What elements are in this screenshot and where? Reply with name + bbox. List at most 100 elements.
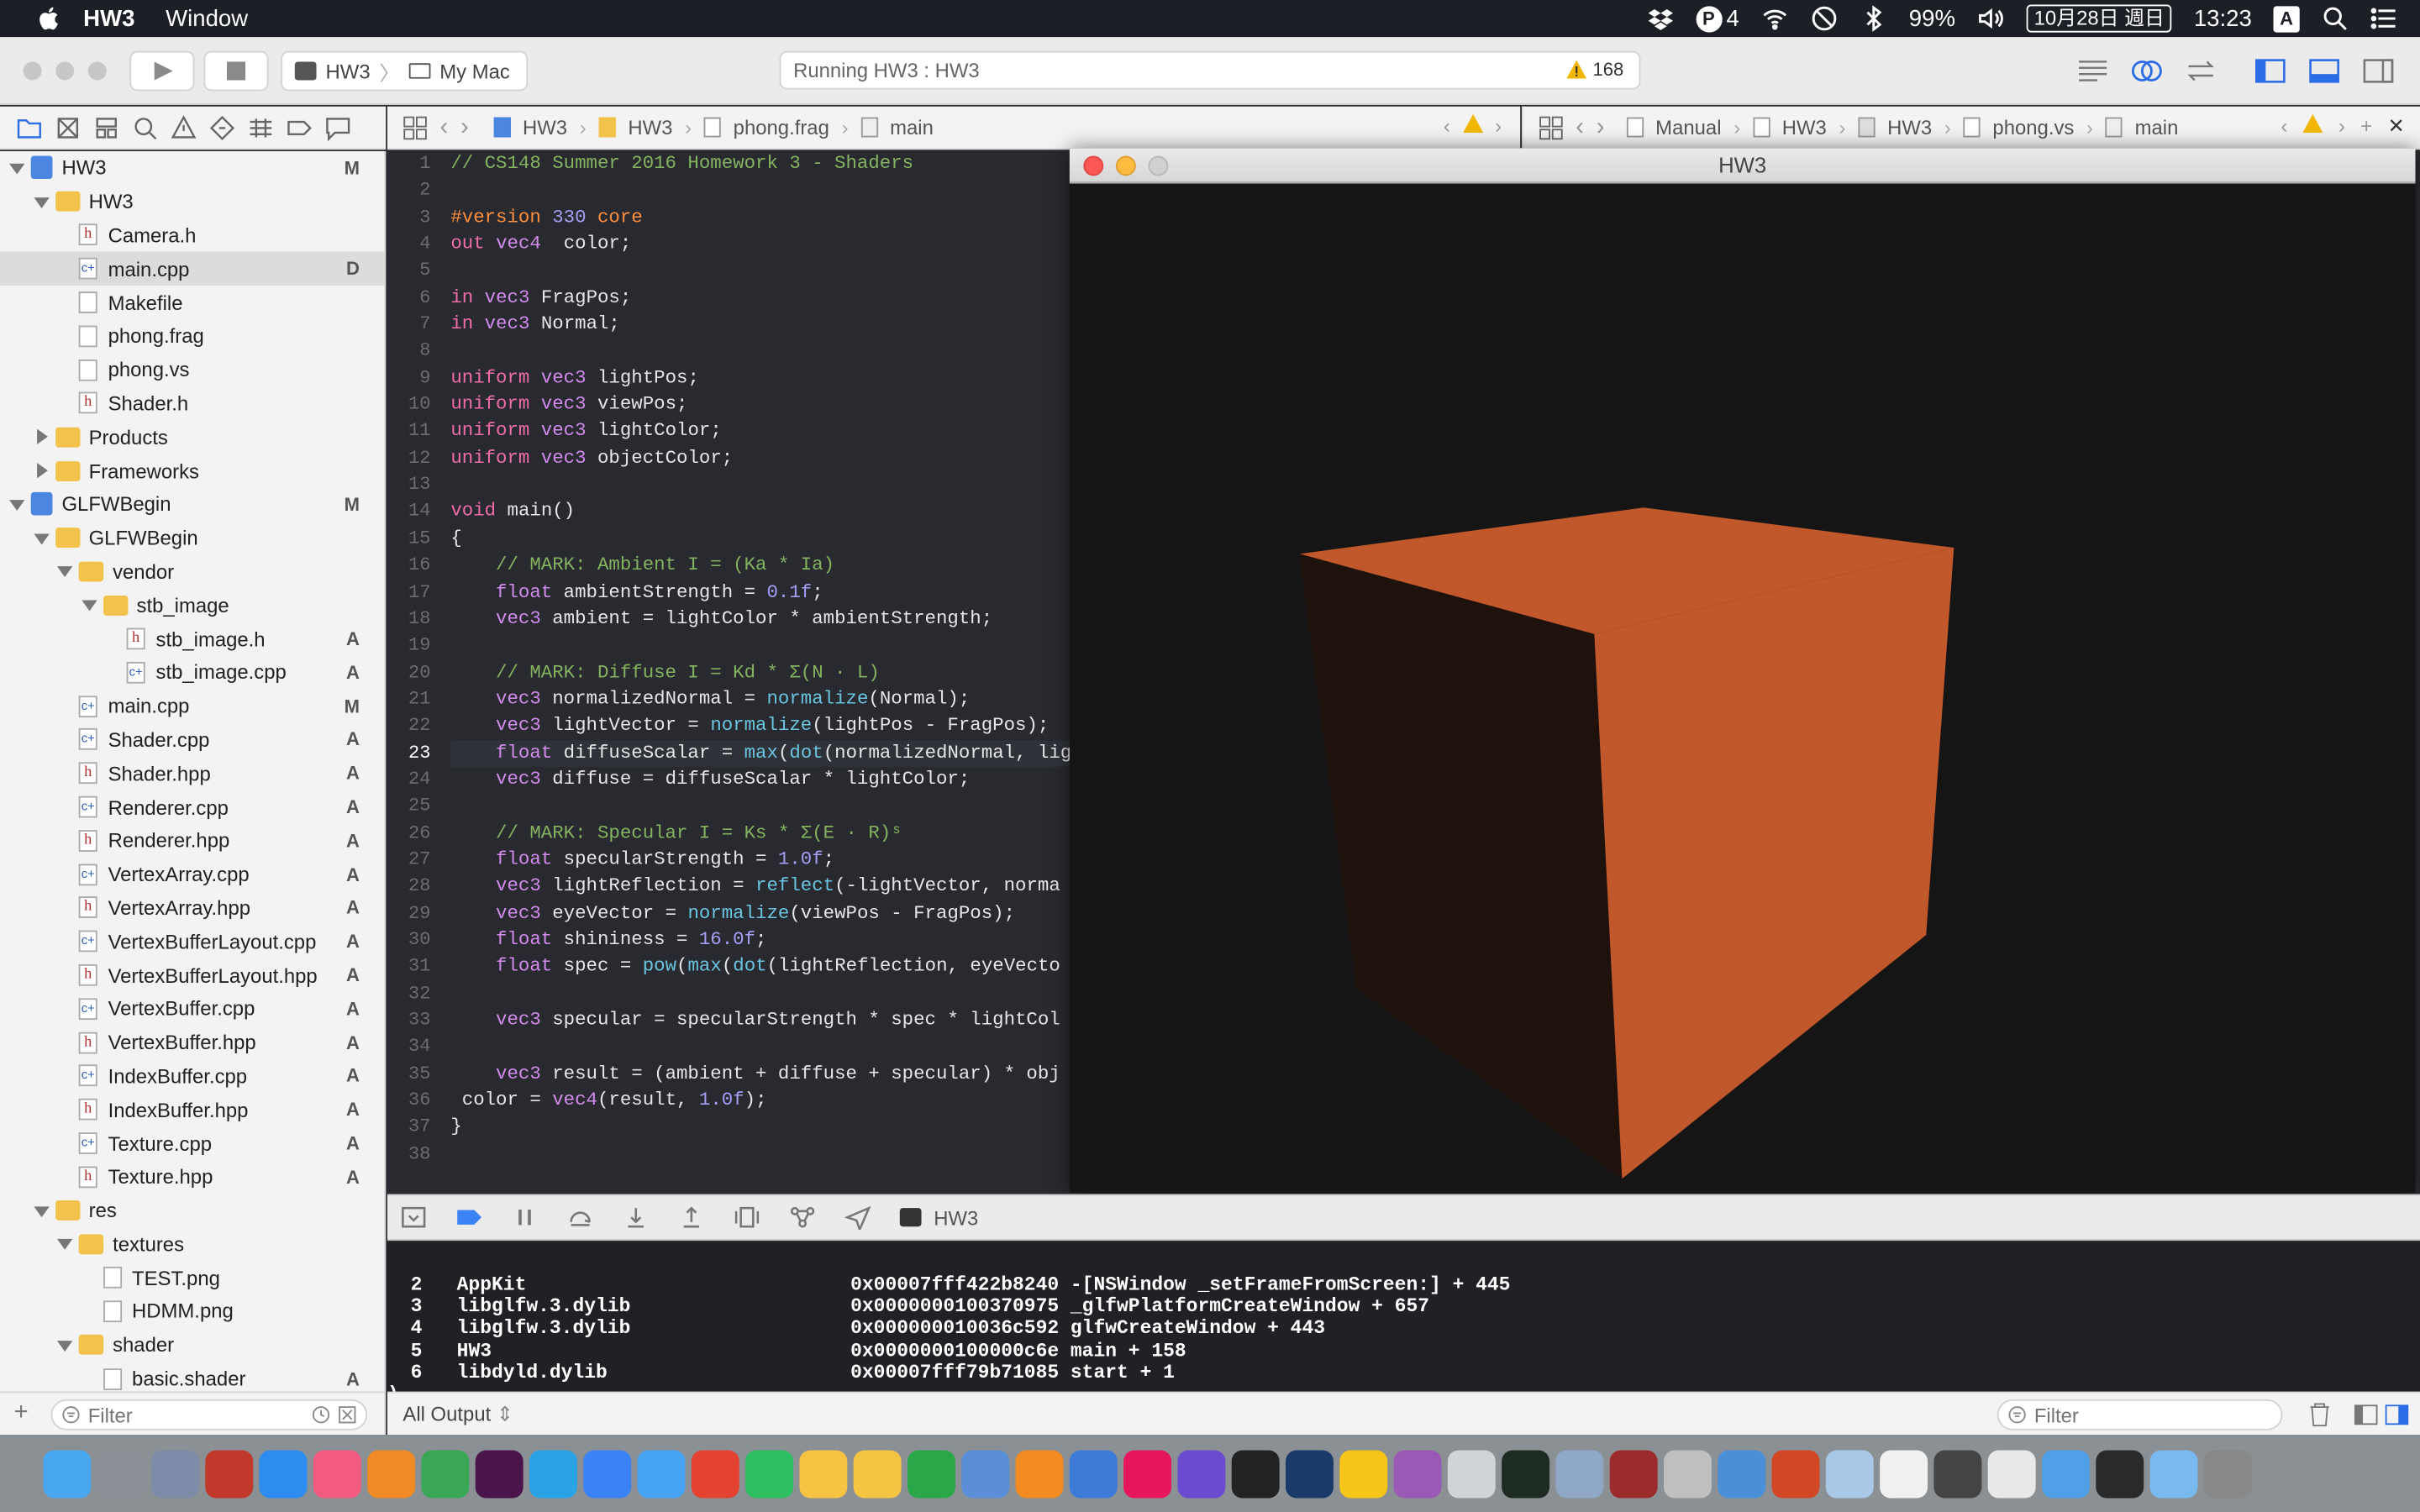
console-filter-field[interactable] — [1996, 1399, 2283, 1431]
disclosure-open-icon[interactable] — [56, 1337, 73, 1352]
tree-file[interactable]: h Renderer.hpp A — [0, 824, 384, 858]
code-line[interactable]: #version 330 core — [450, 205, 1071, 232]
show-console-icon[interactable] — [2385, 1403, 2409, 1427]
code-line[interactable] — [450, 339, 1071, 365]
wifi-icon[interactable] — [1760, 5, 1788, 33]
dock-notes-icon[interactable] — [853, 1449, 902, 1498]
version-editor-icon[interactable] — [2184, 57, 2217, 85]
tree-file[interactable]: h Texture.hpp A — [0, 1160, 384, 1194]
tree-group[interactable]: res — [0, 1194, 384, 1227]
dock-github-desktop-icon[interactable] — [1393, 1449, 1442, 1498]
input-mode[interactable]: A — [2273, 5, 2300, 32]
breakpoint-navigator-icon[interactable] — [286, 113, 313, 141]
dock-qq-icon[interactable] — [1286, 1449, 1334, 1498]
tree-group[interactable]: stb_image — [0, 588, 384, 622]
find-navigator-icon[interactable] — [131, 113, 159, 141]
app-menu[interactable]: HW3 — [83, 5, 134, 31]
simulate-location-icon[interactable] — [844, 1205, 872, 1230]
dock-app-store-icon[interactable] — [259, 1449, 308, 1498]
forward-arrow-icon[interactable]: › — [1597, 113, 1605, 141]
spotlight-icon[interactable] — [2321, 5, 2349, 33]
code-line[interactable]: float diffuseScalar = max(dot(normalized… — [450, 739, 1071, 767]
show-variables-icon[interactable] — [2354, 1403, 2378, 1427]
tree-group[interactable]: HW3 — [0, 185, 384, 218]
code-line[interactable]: // MARK: Ambient I = (Ka * Ia) — [450, 553, 1071, 580]
code-line[interactable]: } — [450, 1115, 1071, 1142]
tree-file[interactable]: h Shader.h — [0, 386, 384, 420]
code-line[interactable]: out vec4 color; — [450, 232, 1071, 259]
toggle-navigator-icon[interactable] — [2254, 57, 2287, 85]
related-items-icon[interactable] — [402, 115, 427, 139]
disclosure-open-icon[interactable] — [33, 194, 49, 209]
dock-books-icon[interactable] — [367, 1449, 416, 1498]
dock-evernote-icon[interactable] — [745, 1449, 794, 1498]
dock-powerpoint-icon[interactable] — [1771, 1449, 1820, 1498]
disclosure-open-icon[interactable] — [56, 1236, 73, 1252]
dock-dash-icon[interactable] — [1177, 1449, 1226, 1498]
dock-box-icon[interactable] — [1825, 1449, 1874, 1498]
breakpoints-toggle-icon[interactable] — [455, 1205, 483, 1229]
close-window-button[interactable] — [23, 61, 42, 81]
dock-messages-icon[interactable] — [637, 1449, 686, 1498]
disclosure-open-icon[interactable] — [56, 564, 73, 579]
dock-intellij-icon[interactable] — [1123, 1449, 1172, 1498]
dock-trash-icon[interactable] — [2203, 1449, 2252, 1498]
tree-file[interactable]: c+ main.cpp M — [0, 690, 384, 723]
dock-slack-icon[interactable] — [475, 1449, 523, 1498]
report-navigator-icon[interactable] — [324, 113, 352, 141]
forward-arrow-icon[interactable]: › — [460, 113, 469, 141]
tree-group[interactable]: Products — [0, 420, 384, 454]
dock-system-preferences-icon[interactable] — [97, 1449, 145, 1498]
dock-screen-icon[interactable] — [2096, 1449, 2144, 1498]
warning-count-badge[interactable]: 168 — [1566, 59, 1623, 81]
code-line[interactable]: uniform vec3 lightPos; — [450, 365, 1071, 392]
code-line[interactable]: float spec = pow(max(dot(lightReflection… — [450, 954, 1071, 981]
code-line[interactable]: float shininess = 16.0f; — [450, 927, 1071, 954]
disclosure-open-icon[interactable] — [9, 496, 25, 512]
assistant-file[interactable]: phong.vs — [1992, 116, 2074, 139]
jump-file[interactable]: phong.frag — [734, 116, 829, 139]
opengl-window[interactable]: HW3 — [1069, 148, 2416, 1193]
tree-group[interactable]: Frameworks — [0, 454, 384, 487]
tree-file[interactable]: h Camera.h — [0, 218, 384, 252]
related-items-icon[interactable] — [1539, 115, 1563, 139]
window-menu[interactable]: Window — [166, 5, 248, 31]
tree-file[interactable]: TEST.png — [0, 1261, 384, 1294]
code-line[interactable]: vec3 ambient = lightColor * ambientStren… — [450, 606, 1071, 633]
dock-activity-monitor-icon[interactable] — [1502, 1449, 1550, 1498]
add-editor-icon[interactable]: + — [2360, 114, 2372, 139]
tree-file[interactable]: h VertexBufferLayout.hpp A — [0, 958, 384, 992]
step-out-icon[interactable] — [677, 1205, 705, 1229]
project-navigator-icon[interactable] — [15, 113, 43, 141]
assistant-mode[interactable]: Manual — [1655, 116, 1721, 139]
tree-file[interactable]: c+ IndexBuffer.cpp A — [0, 1059, 384, 1093]
tree-file[interactable]: c+ VertexArray.cpp A — [0, 858, 384, 891]
code-line[interactable] — [450, 794, 1071, 821]
tree-group[interactable]: GLFWBegin — [0, 521, 384, 554]
code-line[interactable]: { — [450, 526, 1071, 553]
gl-minimize-button[interactable] — [1115, 155, 1136, 176]
chevron-left-icon[interactable]: ‹ — [1444, 114, 1450, 138]
tree-file[interactable]: phong.frag — [0, 319, 384, 353]
jump-project[interactable]: HW3 — [523, 116, 567, 139]
assistant-group[interactable]: HW3 — [1887, 116, 1932, 139]
code-line[interactable] — [450, 633, 1071, 659]
bluetooth-icon[interactable] — [1860, 5, 1887, 33]
tree-file[interactable]: h IndexBuffer.hpp A — [0, 1093, 384, 1126]
assistant-project[interactable]: HW3 — [1782, 116, 1827, 139]
dock-numbers-icon[interactable] — [908, 1449, 955, 1498]
dock-todoist-icon[interactable] — [691, 1449, 739, 1498]
tree-file[interactable]: h stb_image.h A — [0, 622, 384, 655]
dock-cyberduck-icon[interactable] — [1339, 1449, 1388, 1498]
dock-launchpad-icon[interactable] — [151, 1449, 199, 1498]
dock-pasta-icon[interactable] — [1718, 1449, 1766, 1498]
dock-safari-ish-icon[interactable] — [583, 1449, 632, 1498]
test-navigator-icon[interactable] — [208, 113, 236, 141]
source-text[interactable]: // CS148 Summer 2016 Homework 3 - Shader… — [450, 151, 1071, 1168]
source-control-navigator-icon[interactable] — [54, 113, 82, 141]
dock-music-icon[interactable] — [313, 1449, 361, 1498]
standard-editor-icon[interactable] — [2075, 57, 2109, 85]
navigator-filter-input[interactable] — [87, 1403, 304, 1427]
code-line[interactable] — [450, 472, 1071, 499]
scheme-selector[interactable]: HW3 〉 My Mac — [281, 50, 529, 92]
